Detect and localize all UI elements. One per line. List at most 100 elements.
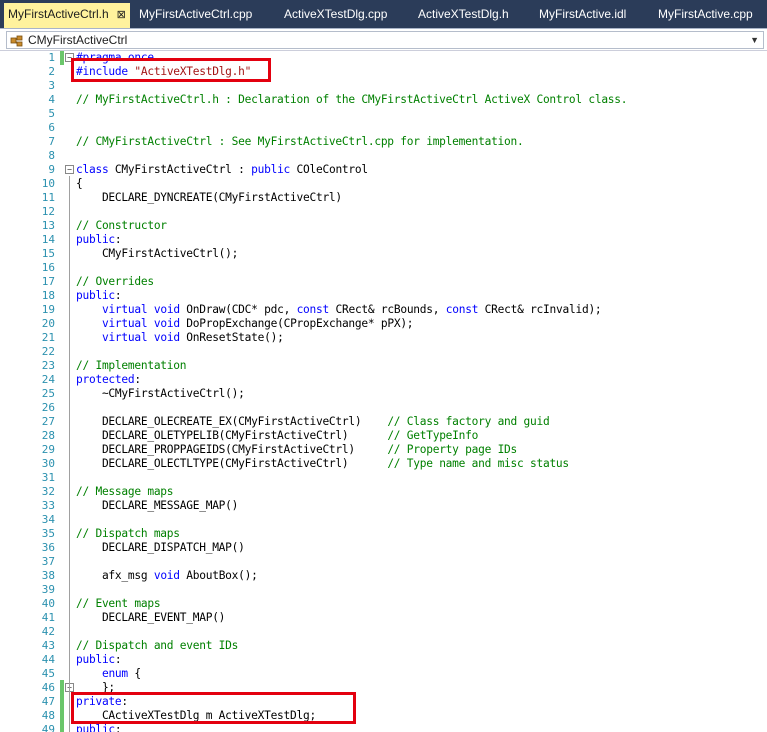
code-text: DECLARE_PROPPAGEIDS(CMyFirstActiveCtrl) …	[76, 443, 518, 456]
code-editor[interactable]: 49 public: 48 CActiveXTestDlg m_ActiveXTes…	[0, 51, 767, 732]
line-number: 13	[41, 219, 55, 232]
line-number: 48	[41, 709, 55, 722]
line-number: 41	[41, 611, 55, 624]
code-line[interactable]: 43 // Dispatch and event IDs	[0, 639, 767, 653]
line-number: 8	[48, 149, 55, 162]
code-line[interactable]: 19 virtual void OnDraw(CDC* pdc, const C…	[0, 303, 767, 317]
code-line[interactable]: 4 // MyFirstActiveCtrl.h : Declaration of…	[0, 93, 767, 107]
code-line[interactable]: 23 // Implementation	[0, 359, 767, 373]
close-tab-icon[interactable]: ⊠	[117, 9, 126, 21]
code-text: DECLARE_OLECREATE_EX(CMyFirstActiveCtrl)…	[76, 415, 550, 428]
line-number: 45	[41, 667, 55, 680]
tab-label: MyFirstActiveCtrl.h	[8, 7, 109, 21]
code-text: {	[76, 177, 83, 190]
line-number: 15	[41, 247, 55, 260]
tab-label: MyFirstActive.idl	[539, 7, 627, 21]
code-line[interactable]: 22	[0, 345, 767, 359]
code-line[interactable]: 42	[0, 625, 767, 639]
code-line[interactable]: 25 ~CMyFirstActiveCtrl();	[0, 387, 767, 401]
code-line[interactable]: 44 public:	[0, 653, 767, 667]
code-line[interactable]: 35 // Dispatch maps	[0, 527, 767, 541]
code-text: enum {	[101, 667, 141, 680]
code-text: virtual void DoPropExchange(CPropExchang…	[101, 317, 414, 330]
code-text: public:	[76, 289, 122, 302]
code-line[interactable]: 38 afx_msg void AboutBox();	[0, 569, 767, 583]
code-line[interactable]: 29 DECLARE_PROPPAGEIDS(CMyFirstActiveCtr…	[0, 443, 767, 457]
code-line[interactable]: 49 public:	[0, 723, 767, 732]
line-number: 40	[41, 597, 55, 610]
code-text: protected:	[76, 373, 141, 386]
line-number: 19	[41, 303, 55, 316]
code-text: virtual void OnResetState();	[101, 331, 284, 344]
code-line[interactable]: 12	[0, 205, 767, 219]
code-line[interactable]: 26	[0, 401, 767, 415]
scope-dropdown[interactable]: CMyFirstActiveCtrl ▼	[6, 31, 764, 49]
tab-myfirstactive-idl[interactable]: MyFirstActive.idl	[539, 3, 626, 25]
line-number: 30	[41, 457, 55, 470]
code-text: DECLARE_MESSAGE_MAP()	[76, 499, 239, 512]
line-number: 21	[41, 331, 55, 344]
code-line[interactable]: 13 // Constructor	[0, 219, 767, 233]
tab-myfirstactivectrl-cpp[interactable]: MyFirstActiveCtrl.cpp	[139, 3, 252, 25]
code-text: public:	[76, 653, 122, 666]
code-text: DECLARE_OLETYPELIB(CMyFirstActiveCtrl) /…	[76, 429, 479, 442]
chevron-down-icon[interactable]: ▼	[750, 32, 759, 48]
code-line[interactable]: 27 DECLARE_OLECREATE_EX(CMyFirstActiveCt…	[0, 415, 767, 429]
code-line[interactable]: 16	[0, 261, 767, 275]
line-number: 12	[41, 205, 55, 218]
code-line[interactable]: 24 protected:	[0, 373, 767, 387]
code-line[interactable]: 36 DECLARE_DISPATCH_MAP()	[0, 541, 767, 555]
fold-guide	[69, 176, 70, 732]
line-number: 16	[41, 261, 55, 274]
code-line[interactable]: 18 public:	[0, 289, 767, 303]
code-text: // Dispatch and event IDs	[76, 639, 239, 652]
line-number: 31	[41, 471, 55, 484]
line-number: 9	[48, 163, 55, 176]
code-text: DECLARE_OLECTLTYPE(CMyFirstActiveCtrl) /…	[76, 457, 569, 470]
code-line[interactable]: 5	[0, 107, 767, 121]
code-line[interactable]: 11 DECLARE_DYNCREATE(CMyFirstActiveCtrl)	[0, 191, 767, 205]
line-number: 11	[41, 191, 55, 204]
code-line[interactable]: 20 virtual void DoPropExchange(CPropExch…	[0, 317, 767, 331]
code-line[interactable]: 14 public:	[0, 233, 767, 247]
line-number: 37	[41, 555, 55, 568]
code-text: afx_msg void AboutBox();	[76, 569, 258, 582]
code-line[interactable]: 8	[0, 149, 767, 163]
code-text: // Event maps	[76, 597, 161, 610]
code-line[interactable]: 33 DECLARE_MESSAGE_MAP()	[0, 499, 767, 513]
code-line[interactable]: 21 virtual void OnResetState();	[0, 331, 767, 345]
code-line[interactable]: 9 − class CMyFirstActiveCtrl : public COle…	[0, 163, 767, 177]
code-line[interactable]: 28 DECLARE_OLETYPELIB(CMyFirstActiveCtrl…	[0, 429, 767, 443]
code-line[interactable]: 15 CMyFirstActiveCtrl();	[0, 247, 767, 261]
code-text: DECLARE_DYNCREATE(CMyFirstActiveCtrl)	[76, 191, 342, 204]
highlight-private-member	[71, 692, 356, 724]
tab-activextestdlg-h[interactable]: ActiveXTestDlg.h	[418, 3, 509, 25]
code-line[interactable]: 6	[0, 121, 767, 135]
code-line[interactable]: 10 {	[0, 177, 767, 191]
code-line[interactable]: 39	[0, 583, 767, 597]
line-number: 6	[48, 121, 55, 134]
tab-myfirstactive-cpp[interactable]: MyFirstActive.cpp	[658, 3, 753, 25]
scope-label: CMyFirstActiveCtrl	[28, 33, 128, 47]
line-number: 7	[48, 135, 55, 148]
tab-activextestdlg-cpp[interactable]: ActiveXTestDlg.cpp	[284, 3, 387, 25]
code-text: DECLARE_EVENT_MAP()	[76, 611, 226, 624]
collapse-icon[interactable]: −	[65, 165, 74, 174]
code-line[interactable]: 45 enum {	[0, 667, 767, 681]
code-line[interactable]: 7 // CMyFirstActiveCtrl : See MyFirstActi…	[0, 135, 767, 149]
code-line[interactable]: 40 // Event maps	[0, 597, 767, 611]
code-line[interactable]: 41 DECLARE_EVENT_MAP()	[0, 611, 767, 625]
code-text: // Implementation	[76, 359, 187, 372]
code-line[interactable]: 32 // Message maps	[0, 485, 767, 499]
line-number: 42	[41, 625, 55, 638]
code-line[interactable]: 31	[0, 471, 767, 485]
line-number: 1	[48, 51, 55, 64]
tab-label: ActiveXTestDlg.h	[418, 7, 509, 21]
code-line[interactable]: 17 // Overrides	[0, 275, 767, 289]
code-text: // Constructor	[76, 219, 167, 232]
tab-myfirstactivectrl-h[interactable]: MyFirstActiveCtrl.h ⊠	[4, 3, 130, 28]
code-line[interactable]: 34	[0, 513, 767, 527]
code-line[interactable]: 37	[0, 555, 767, 569]
highlight-include	[71, 58, 271, 82]
code-line[interactable]: 30 DECLARE_OLECTLTYPE(CMyFirstActiveCtrl…	[0, 457, 767, 471]
